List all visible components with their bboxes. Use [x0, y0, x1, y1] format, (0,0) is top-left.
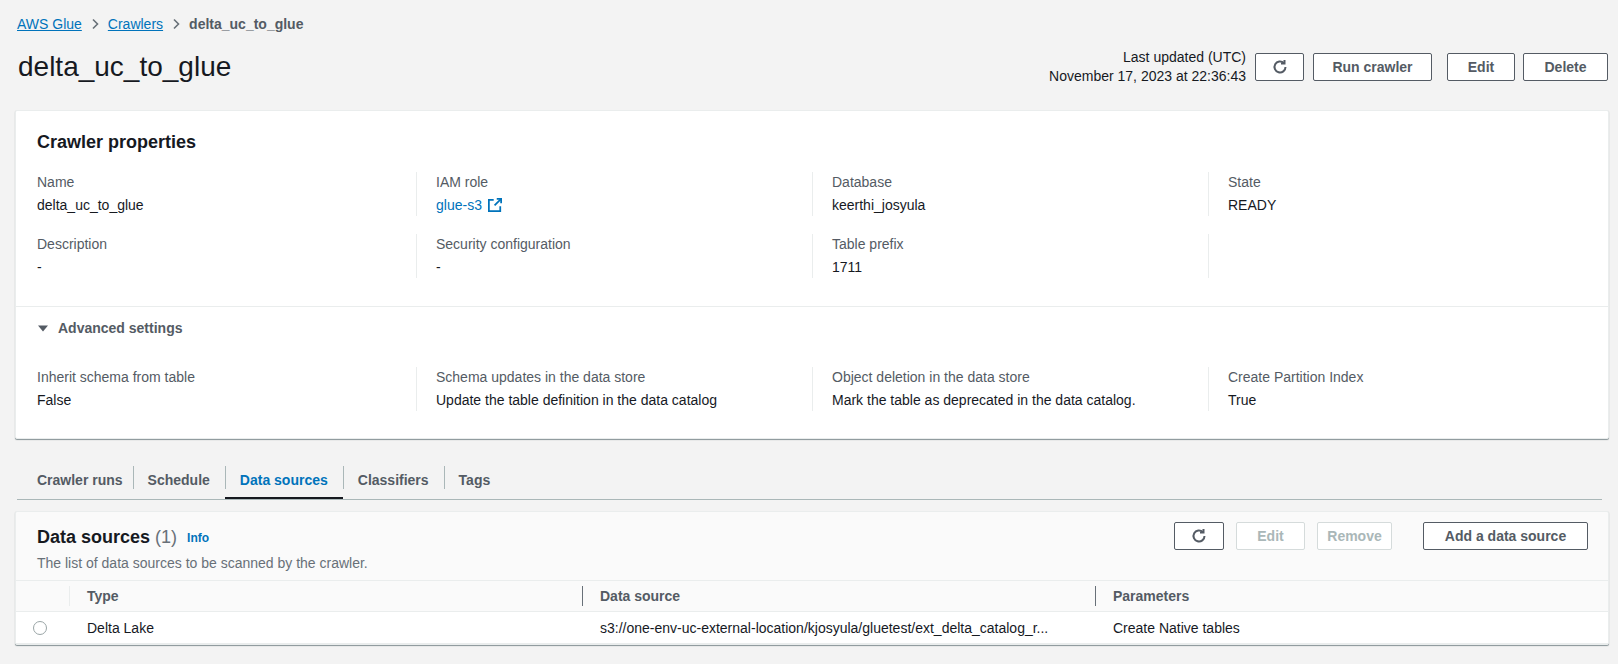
row-type: Delta Lake: [69, 620, 582, 636]
run-crawler-button[interactable]: Run crawler: [1313, 53, 1432, 81]
column-header-data-source[interactable]: Data source: [582, 581, 1095, 611]
crawler-properties-title: Crawler properties: [16, 111, 1608, 153]
field-table-prefix: Table prefix 1711: [812, 234, 1208, 278]
tab-crawler-runs[interactable]: Crawler runs: [17, 456, 133, 499]
field-inherit-schema: Inherit schema from table False: [37, 367, 416, 411]
refresh-icon: [1272, 59, 1288, 75]
refresh-button[interactable]: [1255, 53, 1304, 81]
field-name: Name delta_uc_to_glue: [37, 172, 416, 216]
breadcrumb-link-aws-glue[interactable]: AWS Glue: [17, 16, 82, 32]
data-sources-panel: Data sources (1)Info The list of data so…: [15, 511, 1609, 645]
last-updated-value: November 17, 2023 at 22:36:43: [1049, 67, 1246, 86]
last-updated-label: Last updated (UTC): [1049, 48, 1246, 67]
table-row: Delta Lake s3://one-env-uc-external-loca…: [16, 612, 1608, 644]
breadcrumb-link-crawlers[interactable]: Crawlers: [108, 16, 163, 32]
refresh-icon: [1191, 528, 1207, 544]
crawler-properties-panel: Crawler properties Name delta_uc_to_glue…: [15, 110, 1609, 439]
column-header-type[interactable]: Type: [69, 581, 582, 611]
add-data-source-button[interactable]: Add a data source: [1423, 522, 1588, 550]
data-sources-edit-button[interactable]: Edit: [1236, 522, 1305, 550]
tab-tags[interactable]: Tags: [444, 456, 506, 499]
last-updated: Last updated (UTC) November 17, 2023 at …: [1049, 48, 1246, 86]
page-title: delta_uc_to_glue: [18, 51, 231, 83]
row-radio-button[interactable]: [33, 621, 47, 635]
field-object-deletion: Object deletion in the data store Mark t…: [812, 367, 1208, 411]
field-state: State READY: [1208, 172, 1587, 216]
caret-down-icon: [37, 322, 49, 334]
data-sources-description: The list of data sources to be scanned b…: [37, 549, 368, 580]
data-sources-title: Data sources (1)Info: [37, 526, 368, 549]
column-header-parameters[interactable]: Parameters: [1095, 581, 1608, 611]
breadcrumb-current: delta_uc_to_glue: [189, 16, 303, 32]
field-schema-updates: Schema updates in the data store Update …: [416, 367, 812, 411]
info-link[interactable]: Info: [187, 531, 209, 545]
advanced-settings-toggle[interactable]: Advanced settings: [16, 307, 1608, 336]
field-description: Description -: [37, 234, 416, 278]
external-link-icon: [488, 198, 502, 212]
data-sources-count: (1): [155, 527, 177, 547]
field-empty: [1208, 234, 1587, 278]
iam-role-link[interactable]: glue-s3: [436, 194, 502, 216]
iam-role-value: glue-s3: [436, 194, 482, 216]
delete-button[interactable]: Delete: [1523, 53, 1608, 81]
breadcrumb-separator-icon: [172, 18, 180, 30]
breadcrumb-separator-icon: [91, 18, 99, 30]
field-database: Database keerthi_josyula: [812, 172, 1208, 216]
tab-data-sources[interactable]: Data sources: [225, 456, 343, 499]
tab-classifiers[interactable]: Classifiers: [343, 456, 444, 499]
row-data-source: s3://one-env-uc-external-location/kjosyu…: [582, 620, 1095, 636]
field-create-partition-index: Create Partition Index True: [1208, 367, 1587, 411]
row-parameters: Create Native tables: [1095, 620, 1608, 636]
data-sources-table: Type Data source Parameters Delta Lake s…: [16, 580, 1608, 644]
field-security-configuration: Security configuration -: [416, 234, 812, 278]
advanced-settings-section: Advanced settings Inherit schema from ta…: [16, 306, 1608, 438]
breadcrumb: AWS Glue Crawlers delta_uc_to_glue: [17, 16, 1602, 32]
data-sources-remove-button[interactable]: Remove: [1317, 522, 1392, 550]
field-iam-role: IAM role glue-s3: [416, 172, 812, 216]
data-sources-refresh-button[interactable]: [1174, 522, 1224, 550]
edit-button[interactable]: Edit: [1447, 53, 1515, 81]
tabs: Crawler runs Schedule Data sources Class…: [17, 456, 1602, 500]
tab-schedule[interactable]: Schedule: [133, 456, 225, 499]
